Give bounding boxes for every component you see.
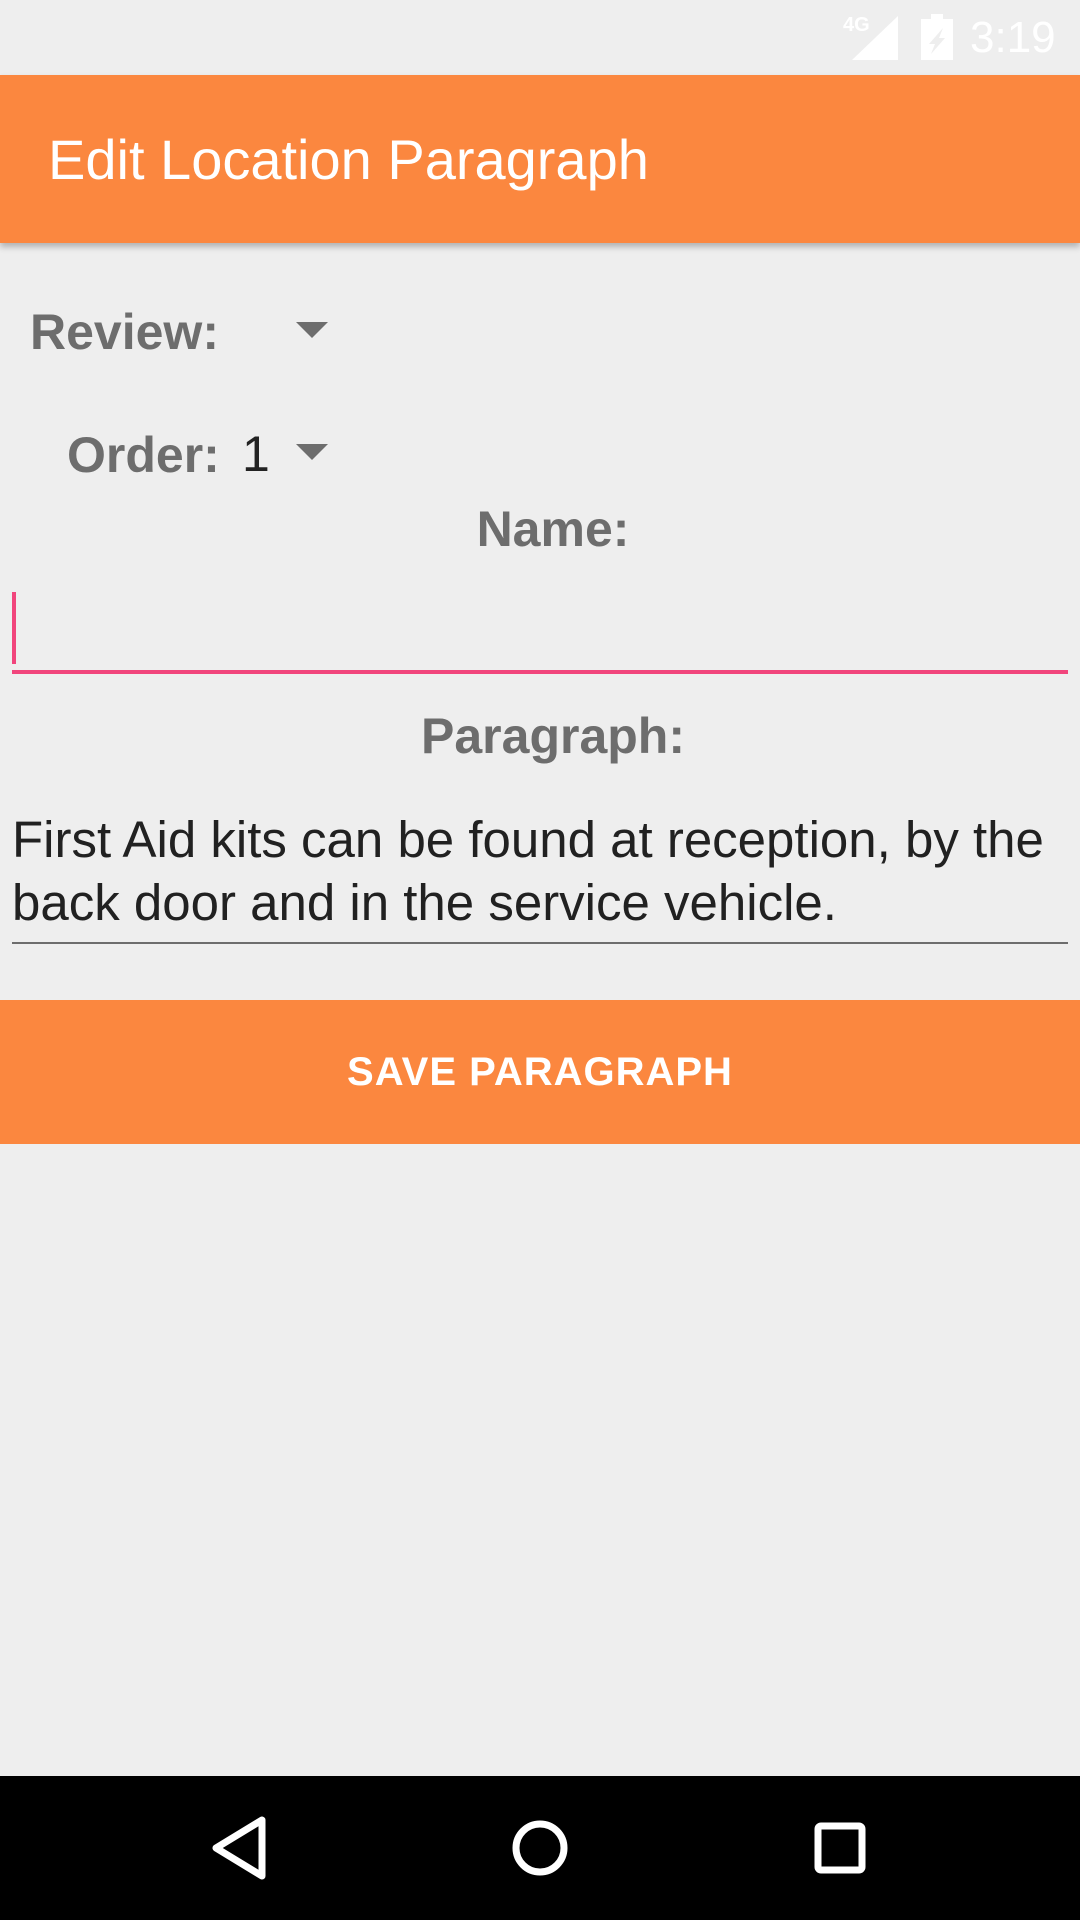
navigation-bar	[0, 1776, 1080, 1920]
signal-icon	[852, 16, 898, 60]
paragraph-input[interactable]: First Aid kits can be found at reception…	[12, 808, 1052, 934]
paragraph-label: Paragraph:	[421, 708, 685, 764]
review-label: Review:	[30, 304, 219, 360]
dropdown-arrow-icon	[296, 444, 328, 460]
name-label: Name:	[476, 501, 630, 557]
home-icon[interactable]	[490, 1800, 590, 1896]
paragraph-underline	[12, 942, 1068, 944]
order-spinner[interactable]: 1	[236, 418, 356, 490]
name-input[interactable]	[12, 588, 1068, 674]
battery-icon	[921, 14, 953, 60]
back-icon[interactable]	[190, 1800, 290, 1896]
status-bar: 4G 3:19	[0, 0, 1080, 75]
clock: 3:19	[970, 13, 1056, 62]
text-cursor	[12, 592, 16, 664]
order-spinner-value: 1	[242, 426, 270, 482]
screen: 4G 3:19 Edit Location Paragraph Review: …	[0, 0, 1080, 1920]
save-paragraph-button[interactable]: SAVE PARAGRAPH	[0, 1000, 1080, 1144]
review-spinner[interactable]	[220, 296, 340, 368]
page-title: Edit Location Paragraph	[48, 128, 649, 191]
order-label: Order:	[67, 427, 220, 483]
recents-icon[interactable]	[790, 1800, 890, 1896]
dropdown-arrow-icon	[296, 322, 328, 338]
app-bar: Edit Location Paragraph	[0, 75, 1080, 243]
